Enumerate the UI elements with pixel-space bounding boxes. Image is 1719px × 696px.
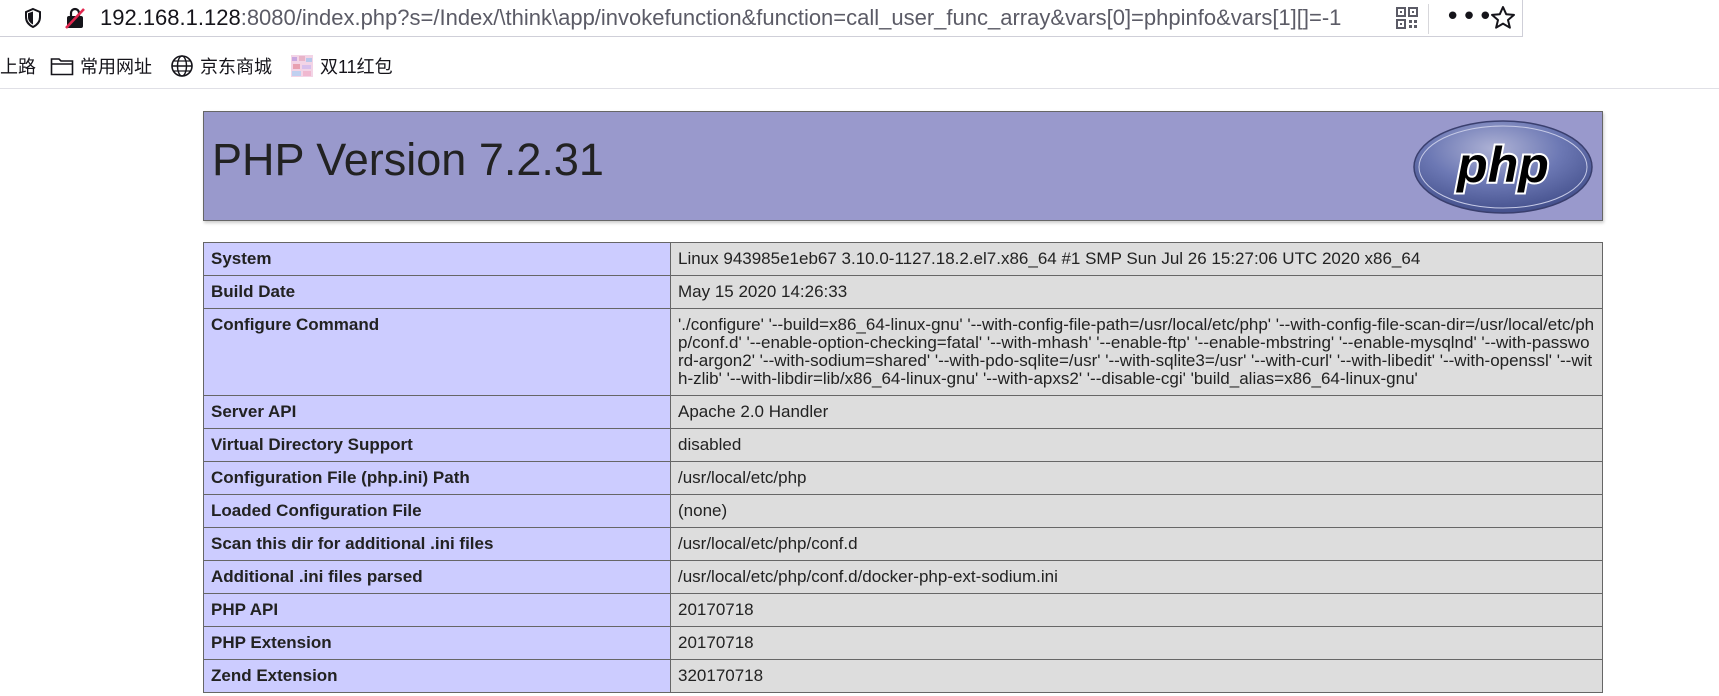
folder-icon (50, 58, 74, 76)
row-value: './configure' '--build=x86_64-linux-gnu'… (670, 308, 1603, 396)
address-input[interactable]: 192.168.1.128:8080/index.php?s=/Index/\t… (100, 4, 1341, 32)
bookmark-folder[interactable]: 常用网址 (50, 53, 152, 79)
globe-icon (171, 55, 193, 77)
table-row: Virtual Directory Support disabled (203, 428, 1603, 462)
row-value: Linux 943985e1eb67 3.10.0-1127.18.2.el7.… (670, 242, 1603, 276)
table-row: Zend Extension 320170718 (203, 659, 1603, 693)
bookmarks-toolbar: 上路 常用网址 京东商城 双11红包 (0, 37, 1719, 89)
row-key: PHP Extension (203, 626, 671, 660)
page-actions-more-icon[interactable]: ••• (1445, 2, 1494, 32)
insecure-lock-icon[interactable] (63, 6, 87, 30)
table-row: System Linux 943985e1eb67 3.10.0-1127.18.… (203, 242, 1603, 276)
row-value: /usr/local/etc/php (670, 461, 1603, 495)
bookmark-label: 双11红包 (320, 57, 393, 77)
row-key: Scan this dir for additional .ini files (203, 527, 671, 561)
php-logo[interactable]: php php (1412, 119, 1594, 215)
table-row: Loaded Configuration File (none) (203, 494, 1603, 528)
url-path: :8080/index.php?s=/Index/\think\app/invo… (240, 5, 1342, 30)
table-row: Configuration File (php.ini) Path/usr/lo… (203, 461, 1603, 495)
row-key: Loaded Configuration File (203, 494, 671, 528)
url-host: 192.168.1.128 (100, 5, 241, 30)
url-bar[interactable]: 192.168.1.128:8080/index.php?s=/Index/\t… (0, 0, 1523, 37)
row-key: Virtual Directory Support (203, 428, 671, 462)
bookmark-item[interactable]: 双11红包 (290, 53, 393, 79)
bookmark-label: 京东商城 (200, 57, 272, 77)
bookmark-item[interactable]: 京东商城 (170, 53, 272, 79)
row-value: (none) (670, 494, 1603, 528)
row-key: Configure Command (203, 308, 671, 396)
row-value: disabled (670, 428, 1603, 462)
row-value: 20170718 (670, 593, 1603, 627)
row-value: 20170718 (670, 626, 1603, 660)
table-row: Scan this dir for additional .ini files /… (203, 527, 1603, 561)
toolbar-divider (1428, 4, 1429, 34)
row-value: 320170718 (670, 659, 1603, 693)
bookmark-label: 上路 (0, 57, 36, 77)
table-row: PHP API 20170718 (203, 593, 1603, 627)
table-row: Additional .ini files parsed/usr/local/e… (203, 560, 1603, 594)
qr-code-icon[interactable] (1396, 7, 1418, 29)
bookmark-item[interactable]: 上路 (0, 53, 36, 79)
row-key: PHP API (203, 593, 671, 627)
row-value: /usr/local/etc/php/conf.d/docker-php-ext… (670, 560, 1603, 594)
table-row: Server API Apache 2.0 Handler (203, 395, 1603, 429)
php-info-table: System Linux 943985e1eb67 3.10.0-1127.18.… (203, 242, 1603, 693)
row-key: Additional .ini files parsed (203, 560, 671, 594)
row-value: May 15 2020 14:26:33 (670, 275, 1603, 309)
table-row: Configure Command './configure' '--build=… (203, 308, 1603, 396)
php-logo-text: php (1455, 137, 1549, 193)
table-row: PHP Extension 20170718 (203, 626, 1603, 660)
page-title: PHP Version 7.2.31 (212, 134, 604, 185)
bookmark-star-icon[interactable] (1490, 5, 1516, 31)
row-key: Server API (203, 395, 671, 429)
bookmark-label: 常用网址 (80, 57, 152, 77)
row-value: /usr/local/etc/php/conf.d (670, 527, 1603, 561)
gift-image-icon (291, 55, 313, 77)
row-key: System (203, 242, 671, 276)
table-row: Build Date May 15 2020 14:26:33 (203, 275, 1603, 309)
row-key: Configuration File (php.ini) Path (203, 461, 671, 495)
tracking-protection-shield-icon[interactable] (22, 7, 44, 29)
row-key: Build Date (203, 275, 671, 309)
row-key: Zend Extension (203, 659, 671, 693)
php-version-header: PHP Version 7.2.31 php php (203, 111, 1603, 221)
row-value: Apache 2.0 Handler (670, 395, 1603, 429)
